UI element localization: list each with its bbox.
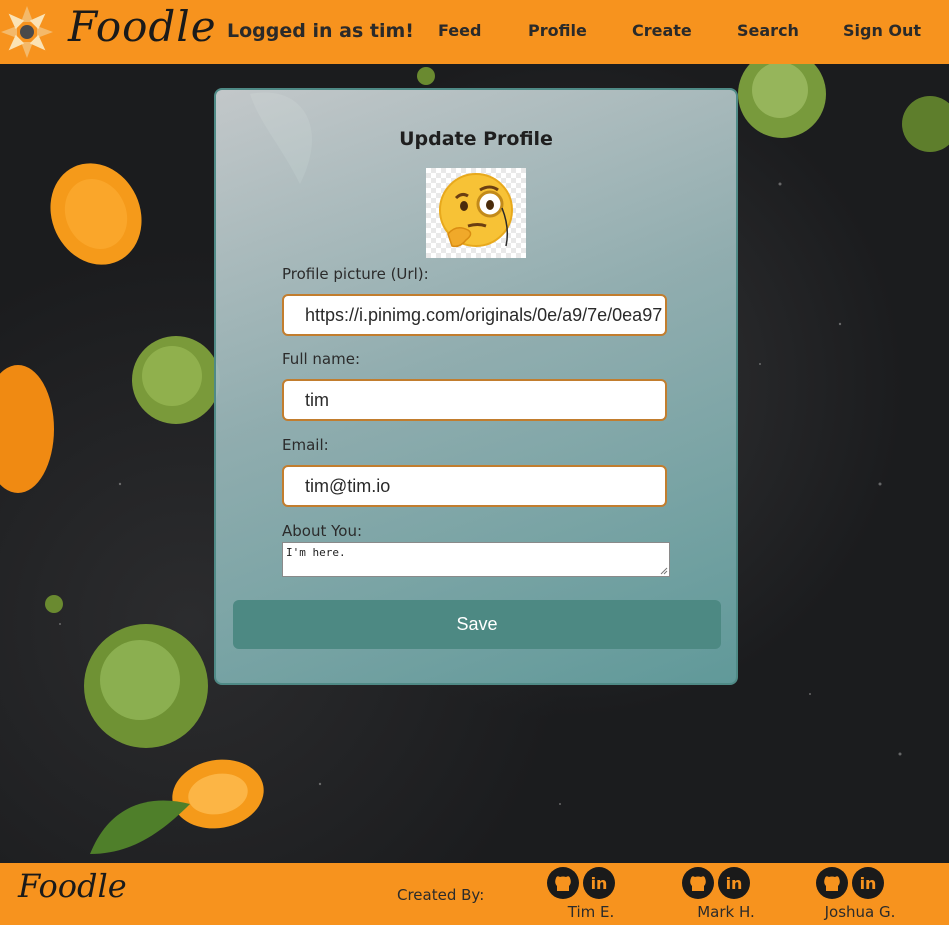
author-joshua: in Joshua G. xyxy=(815,866,905,922)
about-textarea[interactable]: I'm here. xyxy=(282,542,670,577)
sun-logo-icon[interactable] xyxy=(0,4,56,60)
github-icon[interactable] xyxy=(682,867,714,899)
foodle-logo-text[interactable]: Foodle xyxy=(68,2,217,51)
email-input[interactable]: tim@tim.io xyxy=(282,465,667,507)
linkedin-icon[interactable]: in xyxy=(718,867,750,899)
full-name-label: Full name: xyxy=(282,350,361,368)
footer: Foodle Created By: in Tim E. in Mark H. … xyxy=(0,863,949,925)
created-by-label: Created By: xyxy=(397,886,485,904)
author-tim: in Tim E. xyxy=(546,866,636,922)
svg-text:in: in xyxy=(860,874,877,893)
logged-in-status: Logged in as tim! xyxy=(227,20,414,42)
nav-feed-link[interactable]: Feed xyxy=(438,21,481,40)
profile-avatar xyxy=(426,168,526,258)
linkedin-icon[interactable]: in xyxy=(583,867,615,899)
github-icon[interactable] xyxy=(547,867,579,899)
author-name: Mark H. xyxy=(697,903,755,921)
email-label: Email: xyxy=(282,436,329,454)
full-name-input[interactable]: tim xyxy=(282,379,667,421)
nav-search-link[interactable]: Search xyxy=(737,21,799,40)
nav-profile-link[interactable]: Profile xyxy=(528,21,587,40)
profile-picture-label: Profile picture (Url): xyxy=(282,265,429,283)
about-text: I'm here. xyxy=(286,546,346,559)
nav-create-link[interactable]: Create xyxy=(632,21,692,40)
author-mark: in Mark H. xyxy=(681,866,771,922)
top-navbar: Foodle Logged in as tim! Feed Profile Cr… xyxy=(0,0,949,64)
thinking-face-with-monocle-icon xyxy=(439,173,513,248)
svg-text:in: in xyxy=(591,874,608,893)
about-label: About You: xyxy=(282,522,363,540)
linkedin-icon[interactable]: in xyxy=(852,867,884,899)
svg-text:in: in xyxy=(726,874,743,893)
github-icon[interactable] xyxy=(816,867,848,899)
author-name: Tim E. xyxy=(567,903,615,921)
profile-picture-url-input[interactable]: https://i.pinimg.com/originals/0e/a9/7e/… xyxy=(282,294,667,336)
footer-logo-text[interactable]: Foodle xyxy=(18,867,127,905)
update-profile-form: Update Profile Profile picture (Url): ht… xyxy=(214,88,738,685)
nav-sign-out-link[interactable]: Sign Out xyxy=(843,21,921,40)
save-button[interactable]: Save xyxy=(233,600,721,649)
author-name: Joshua G. xyxy=(824,903,896,921)
resize-handle-icon[interactable] xyxy=(660,567,668,575)
form-title: Update Profile xyxy=(399,128,553,150)
